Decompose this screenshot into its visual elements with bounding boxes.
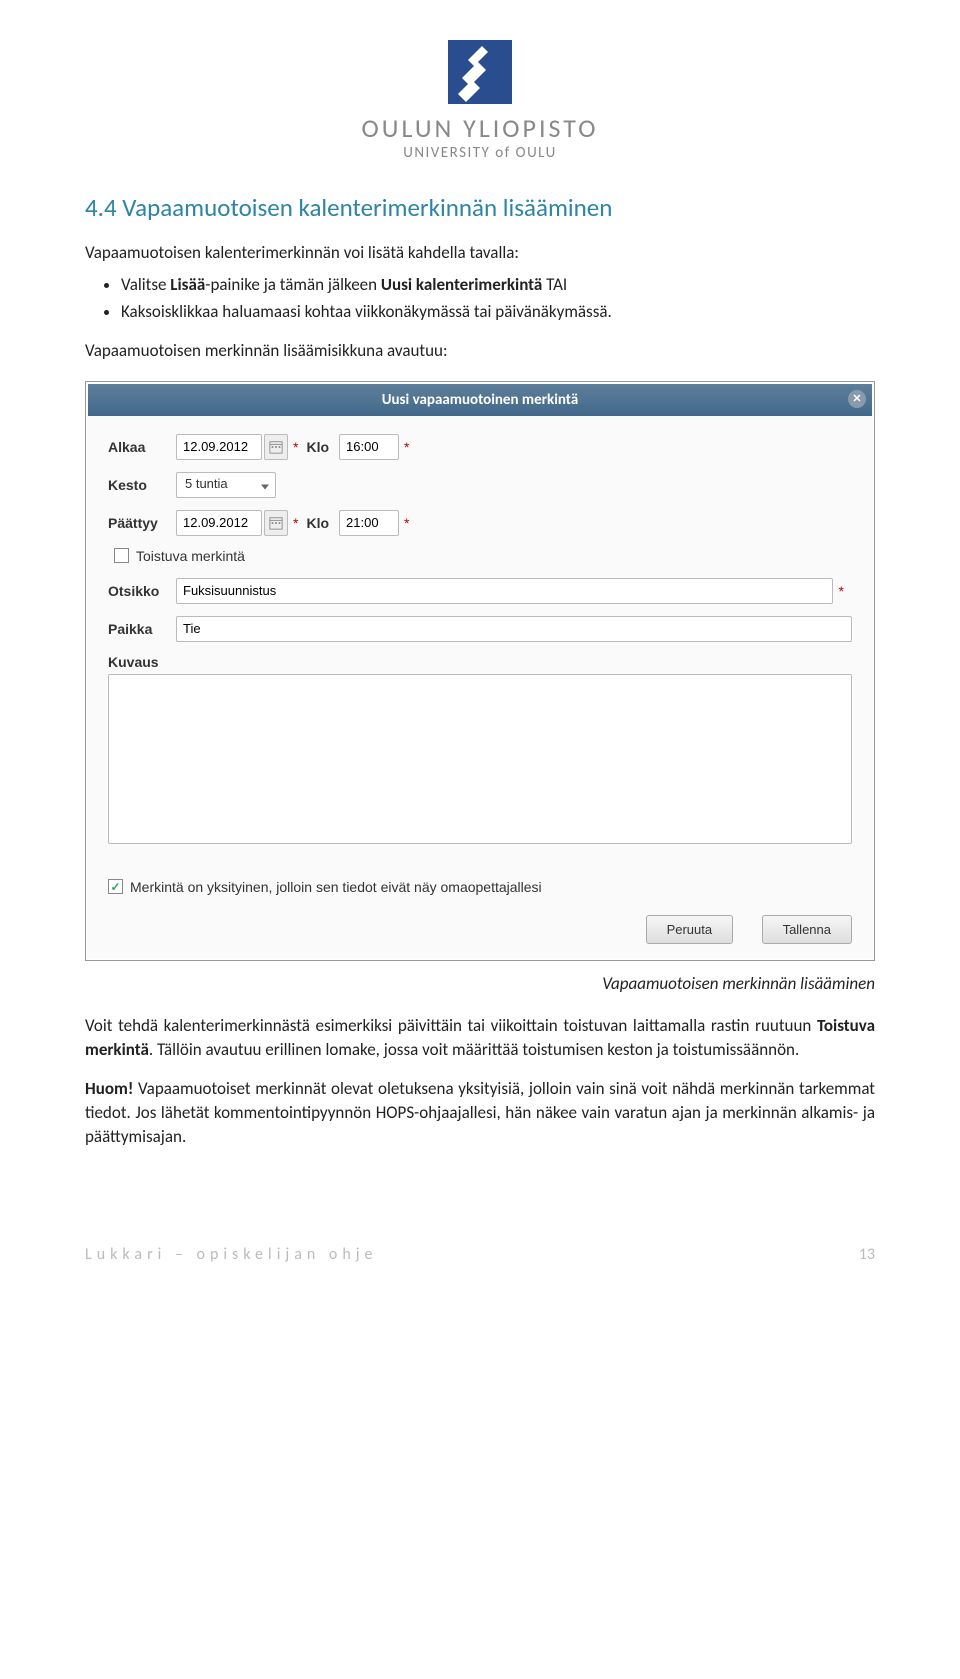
toistuva-checkbox[interactable] [114,548,129,563]
bullet-2: Kaksoisklikkaa haluamaasi kohtaa viikkon… [121,300,875,325]
calendar-icon [269,440,283,454]
kuvaus-textarea[interactable] [108,674,852,844]
required-marker: * [293,439,298,455]
chevron-down-icon [261,477,269,492]
paragraph-1: Voit tehdä kalenterimerkinnästä esimerki… [85,1014,875,1062]
otsikko-input[interactable] [176,578,833,604]
kuvaus-label: Kuvaus [108,654,176,670]
intro-text: Vapaamuotoisen kalenterimerkinnän voi li… [85,241,875,265]
dialog-titlebar: Uusi vapaamuotoinen merkintä ✕ [88,384,872,416]
page-number: 13 [859,1245,875,1264]
required-marker: * [404,515,409,531]
dialog-intro-text: Vapaamuotoisen merkinnän lisäämisikkuna … [85,339,875,363]
required-marker: * [293,515,298,531]
otsikko-row: Otsikko * [108,578,852,604]
privacy-row: Merkintä on yksityinen, jolloin sen tied… [108,879,852,895]
klo-label-2: Klo [306,515,329,531]
paikka-row: Paikka [108,616,852,642]
otsikko-label: Otsikko [108,583,176,599]
paattyy-row: Päättyy * Klo * [108,510,852,536]
university-logo: OULUN YLIOPISTO UNIVERSITY of OULU [85,40,875,162]
kesto-row: Kesto 5 tuntia [108,472,852,498]
calendar-icon [269,516,283,530]
required-marker: * [404,439,409,455]
dialog-title: Uusi vapaamuotoinen merkintä [382,391,579,409]
dialog-screenshot: Uusi vapaamuotoinen merkintä ✕ Alkaa * K… [85,381,875,961]
privacy-label: Merkintä on yksityinen, jolloin sen tied… [130,879,542,895]
kesto-select[interactable]: 5 tuntia [176,472,276,498]
privacy-checkbox[interactable] [108,879,123,894]
logo-text-english: UNIVERSITY of OULU [85,144,875,162]
bullet-1: Valitse Lisää-painike ja tämän jälkeen U… [121,273,875,298]
klo-label-1: Klo [306,439,329,455]
kesto-label: Kesto [108,477,176,493]
tallenna-button[interactable]: Tallenna [762,915,852,944]
bullet-list: Valitse Lisää-painike ja tämän jälkeen U… [85,273,875,325]
alkaa-row: Alkaa * Klo * [108,434,852,460]
close-icon[interactable]: ✕ [848,390,866,408]
alkaa-time-input[interactable] [339,434,399,460]
paikka-input[interactable] [176,616,852,642]
page-footer: Lukkari – opiskelijan ohje 13 [0,1245,960,1284]
section-heading: 4.4 Vapaamuotoisen kalenterimerkinnän li… [85,192,875,223]
figure-caption: Vapaamuotoisen merkinnän lisääminen [85,973,875,994]
paattyy-label: Päättyy [108,515,176,531]
alkaa-label: Alkaa [108,439,176,455]
paattyy-time-input[interactable] [339,510,399,536]
toistuva-row: Toistuva merkintä [114,548,852,564]
paattyy-date-input[interactable] [176,510,262,536]
footer-text: Lukkari – opiskelijan ohje [85,1245,378,1264]
required-marker: * [839,583,844,599]
toistuva-label: Toistuva merkintä [136,548,245,564]
logo-mark [448,40,512,104]
logo-svg [448,40,512,104]
peruuta-button[interactable]: Peruuta [646,915,734,944]
alkaa-date-input[interactable] [176,434,262,460]
paikka-label: Paikka [108,621,176,637]
logo-text-finnish: OULUN YLIOPISTO [85,112,875,144]
dialog-button-row: Peruuta Tallenna [108,915,852,944]
paragraph-2: Huom! Vapaamuotoiset merkinnät olevat ol… [85,1077,875,1148]
dialog-body: Alkaa * Klo * Kesto 5 tuntia [88,416,872,958]
alkaa-date-picker-button[interactable] [264,434,288,460]
paattyy-date-picker-button[interactable] [264,510,288,536]
kuvaus-label-row: Kuvaus [108,654,852,670]
